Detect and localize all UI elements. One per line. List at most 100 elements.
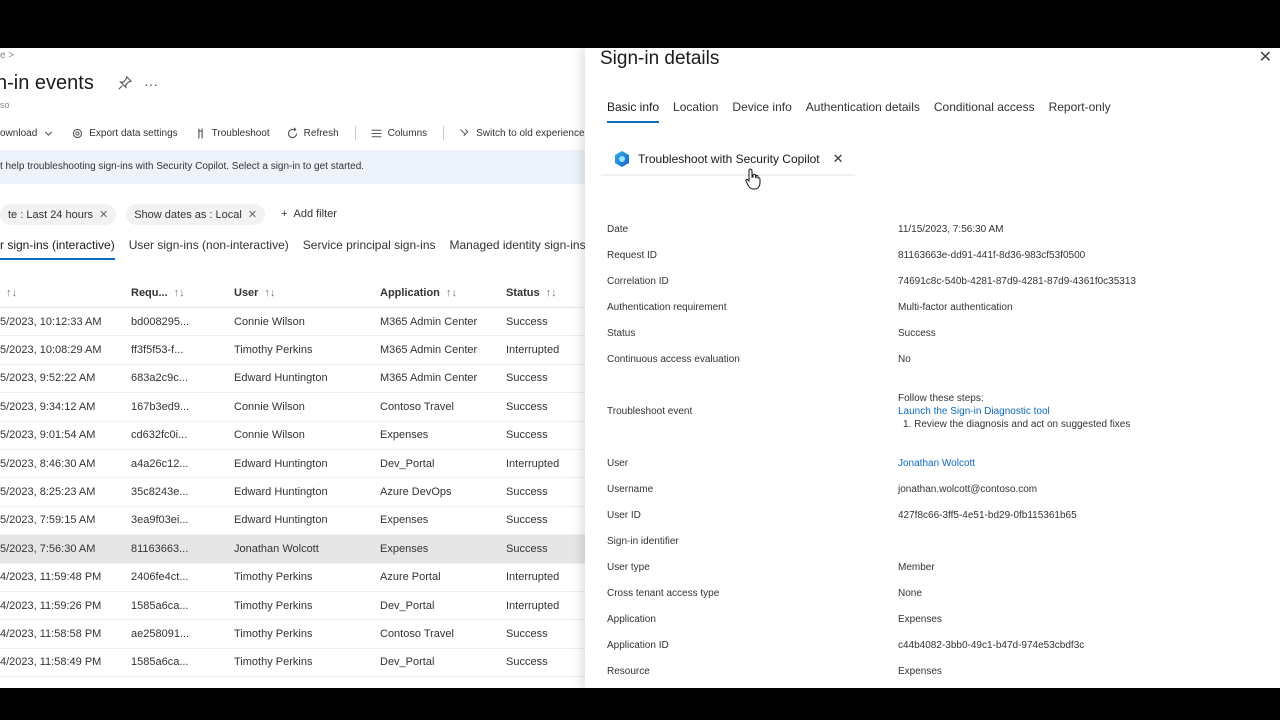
refresh-icon [287,126,297,138]
detail-label: Date [607,223,629,235]
table-row[interactable]: 5/2023, 8:25:23 AM 35c8243e... Edward Hunt… [0,478,585,507]
tab-report-only[interactable]: Report-only [1049,100,1111,123]
cell-status: Interrupted [506,571,560,584]
detail-correlation-id: Correlation ID 74691c8c-540b-4281-87d9-4… [607,268,1267,294]
tab-authentication-details[interactable]: Authentication details [806,100,920,123]
detail-value: Success [898,327,936,339]
table-row[interactable]: 4/2023, 11:59:26 PM 1585a6ca... Timothy Pe… [0,592,585,621]
table-row[interactable]: 5/2023, 10:08:29 AM ff3f5f53-f... Timothy … [0,336,585,365]
launch-diagnostic-link[interactable]: Launch the Sign-in Diagnostic tool [898,405,1130,418]
remove-filter-icon[interactable]: ✕ [99,208,108,221]
table-row[interactable]: 5/2023, 8:46:30 AM a4a26c12... Edward Hunt… [0,450,585,479]
add-filter-label: Add filter [293,208,337,220]
tab-basic-info[interactable]: Basic info [607,100,660,123]
column-header-status[interactable]: Status ↑↓ [506,287,585,299]
chevron-down-icon [45,130,53,136]
table-row[interactable]: 4/2023, 11:58:58 PM ae258091... Timothy Pe… [0,620,585,649]
detail-user-id: User ID 427f8c66-3ff5-4e51-bd29-0fb11536… [607,502,1267,528]
remove-filter-icon[interactable]: ✕ [248,208,257,221]
table-row[interactable]: 5/2023, 7:59:15 AM 3ea9f03ei... Edward Hun… [0,507,585,536]
cell-status: Success [506,627,548,640]
cell-user: Edward Huntington [234,457,328,470]
sort-icon: ↑↓ [173,286,185,299]
detail-troubleshoot-event: Troubleshoot event Follow these steps: L… [607,372,1267,450]
download-button[interactable]: ownload [0,127,55,140]
cell-user: Jonathan Wolcott [234,542,319,555]
tab-conditional-access[interactable]: Conditional access [934,100,1035,123]
page-title: n-in events [0,72,94,94]
tab-user-non-interactive[interactable]: User sign-ins (non-interactive) [129,238,289,260]
cell-user: Timothy Perkins [234,571,313,584]
detail-label: Request ID [607,249,658,261]
column-header-date[interactable]: ↑↓ [0,287,131,299]
cell-status: Interrupted [506,344,560,357]
copilot-info-banner: t help troubleshooting sign-ins with Sec… [0,150,585,184]
table-row[interactable]: 5/2023, 7:56:30 AM 81163663... Jonathan Wo… [0,535,585,564]
cell-user: Timothy Perkins [234,627,313,640]
user-link[interactable]: Jonathan Wolcott [898,458,975,469]
troubleshoot-button[interactable]: Troubleshoot [194,127,270,140]
subtitle: so [0,100,10,110]
tab-service-principal[interactable]: Service principal sign-ins [303,238,436,260]
filter-bar: te : Last 24 hours ✕ Show dates as : Loc… [0,204,343,225]
close-panel-button[interactable]: ✕ [1259,48,1272,67]
detail-label: Authentication requirement [607,301,727,313]
cell-application: Contoso Travel [380,627,454,640]
cell-request-id: 2406fe4ct... [131,571,189,584]
detail-label: Username [607,483,654,495]
date-filter-pill[interactable]: te : Last 24 hours ✕ [0,204,117,225]
cell-status: Success [506,542,548,555]
table-row[interactable]: 5/2023, 10:12:33 AM bd008295... Connie Wil… [0,308,585,337]
table-row[interactable]: 5/2023, 9:34:12 AM 167b3ed9... Connie Wils… [0,393,585,422]
sign-in-details-panel: Sign-in details ✕ Basic info Location De… [585,48,1280,688]
table-row[interactable]: 4/2023, 11:58:49 PM 1585a6ca... Timothy Pe… [0,649,585,678]
cell-user: Edward Huntington [234,372,328,385]
table-row[interactable]: 5/2023, 9:52:22 AM 683a2c9c... Edward Hunt… [0,365,585,394]
column-header-request[interactable]: Requ... ↑↓ [131,287,234,299]
cell-application: Expenses [380,429,429,442]
troubleshoot-copilot-button[interactable]: Troubleshoot with Security Copilot ✕ [613,150,844,168]
detail-value: 81163663e-dd91-441f-8d36-983cf53f0500 [898,249,1086,261]
table-body: 5/2023, 10:12:33 AM bd008295... Connie Wil… [0,308,585,678]
dismiss-copilot-icon[interactable]: ✕ [833,151,844,167]
table-row[interactable]: 4/2023, 11:59:48 PM 2406fe4ct... Timothy P… [0,564,585,592]
table-row[interactable]: 5/2023, 9:01:54 AM cd632fc0i... Connie Wil… [0,422,585,450]
panel-title: Sign-in details [600,48,720,69]
pin-icon[interactable] [118,75,133,93]
columns-button[interactable]: Columns [370,127,427,140]
copilot-icon [615,151,629,167]
column-header-user[interactable]: User ↑↓ [234,287,380,299]
show-dates-pill[interactable]: Show dates as : Local ✕ [126,204,266,225]
tab-location[interactable]: Location [673,100,718,123]
more-options-icon[interactable]: ··· [144,76,158,93]
export-data-settings-button[interactable]: Export data settings [71,127,178,140]
cell-user: Timothy Perkins [234,656,313,669]
detail-label: User type [607,561,650,573]
detail-value: No [898,353,911,365]
detail-value: 11/15/2023, 7:56:30 AM [898,223,1004,235]
troubleshoot-label: Troubleshoot [211,127,270,139]
add-filter-button[interactable]: + Add filter [275,204,343,225]
tab-managed-identity[interactable]: Managed identity sign-ins [450,238,586,260]
detail-label: Resource [607,665,650,677]
tab-device-info[interactable]: Device info [732,100,791,123]
cell-date: 5/2023, 9:52:22 AM [0,372,96,385]
cell-user: Timothy Perkins [234,599,313,612]
sign-in-table: ↑↓ Requ... ↑↓ User ↑↓ Application ↑↓ Status… [0,278,585,678]
cell-user: Edward Huntington [234,514,328,527]
sort-icon: ↑↓ [264,286,276,299]
cell-status: Success [506,372,548,385]
column-header-application[interactable]: Application ↑↓ [380,287,506,299]
detail-value: c44b4082-3bb0-49c1-b47d-974e53cbdf3c [898,639,1085,651]
cell-request-id: cd632fc0i... [131,429,188,442]
switch-old-experience-button[interactable]: Switch to old experience [458,127,585,140]
cell-request-id: 35c8243e... [131,486,189,499]
cell-request-id: 167b3ed9... [131,400,190,413]
detail-application: Application Expenses [607,606,1267,632]
title-actions: ··· [118,75,158,93]
breadcrumb[interactable]: e > [0,50,14,61]
refresh-button[interactable]: Refresh [286,126,339,140]
cell-user: Connie Wilson [234,429,305,442]
tab-user-interactive[interactable]: r sign-ins (interactive) [0,238,115,260]
cell-request-id: ff3f5f53-f... [131,344,184,357]
